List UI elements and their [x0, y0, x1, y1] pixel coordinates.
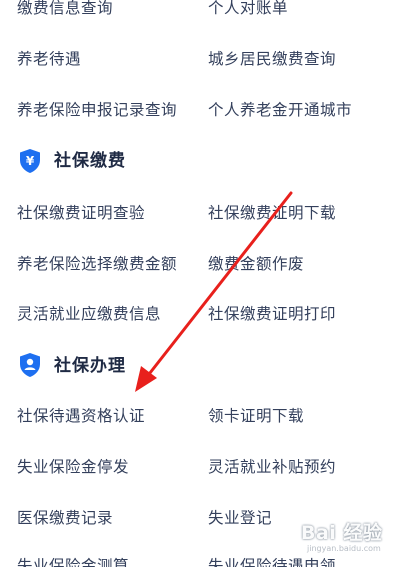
menu-item-payment-info-query[interactable]: 缴费信息查询 — [17, 0, 113, 18]
menu-item-medical-payment-record[interactable]: 医保缴费记录 — [17, 508, 113, 528]
menu-item-personal-pension-cities[interactable]: 个人养老金开通城市 — [208, 100, 352, 120]
menu-item-payment-certificate-download[interactable]: 社保缴费证明下载 — [208, 203, 336, 223]
watermark-text: Bai 经验 — [301, 522, 383, 544]
person-shield-icon — [20, 353, 40, 377]
social-security-service-list: 缴费信息查询 个人对账单 养老待遇 城乡居民缴费查询 养老保险申报记录查询 个人… — [0, 0, 419, 567]
menu-item-flexible-employment-subsidy[interactable]: 灵活就业补贴预约 — [208, 457, 336, 477]
menu-item-unemployment-benefit-stop[interactable]: 失业保险金停发 — [17, 457, 129, 477]
menu-item-personal-statement[interactable]: 个人对账单 — [208, 0, 288, 18]
menu-item-pension-benefits[interactable]: 养老待遇 — [17, 49, 81, 69]
menu-item-unemployment-registration[interactable]: 失业登记 — [208, 508, 272, 528]
section-title-social-handling: 社保办理 — [54, 356, 126, 376]
baidu-jingyan-watermark: Bai 经验 jingyan.baidu.com — [299, 518, 411, 560]
menu-item-benefit-eligibility-auth[interactable]: 社保待遇资格认证 — [17, 406, 145, 426]
yuan-shield-icon: ¥ — [20, 149, 40, 173]
svg-text:¥: ¥ — [26, 154, 35, 168]
menu-item-card-certificate-download[interactable]: 领卡证明下载 — [208, 406, 304, 426]
menu-item-payment-certificate-verify[interactable]: 社保缴费证明查验 — [17, 203, 145, 223]
menu-item-flexible-employment-payment-info[interactable]: 灵活就业应缴费信息 — [17, 304, 161, 324]
menu-item-unemployment-benefit-calc[interactable]: 失业保险金测算 — [17, 556, 129, 567]
menu-item-pension-declaration-query[interactable]: 养老保险申报记录查询 — [17, 100, 177, 120]
menu-item-urban-rural-payment-query[interactable]: 城乡居民缴费查询 — [208, 49, 336, 69]
watermark-url: jingyan.baidu.com — [307, 544, 381, 553]
red-annotation-arrow — [135, 191, 293, 392]
menu-item-pension-select-amount[interactable]: 养老保险选择缴费金额 — [17, 254, 177, 274]
section-title-social-payment: 社保缴费 — [54, 151, 126, 171]
menu-item-payment-certificate-print[interactable]: 社保缴费证明打印 — [208, 304, 336, 324]
menu-item-void-payment-amount[interactable]: 缴费金额作废 — [208, 254, 304, 274]
